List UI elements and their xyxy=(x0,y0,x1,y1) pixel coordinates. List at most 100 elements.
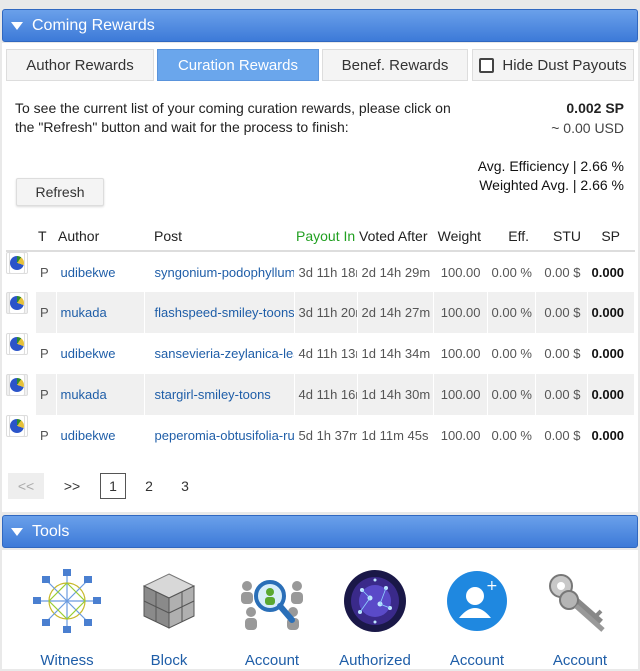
row-sp: 0.000 xyxy=(587,415,635,456)
svg-text:+: + xyxy=(486,578,498,594)
col-eff[interactable]: Eff. xyxy=(487,221,535,252)
pie-circle xyxy=(10,378,24,392)
row-payout-in: 4d 11h 16m xyxy=(294,374,358,415)
prev-page-button[interactable]: << xyxy=(8,473,44,499)
vote-pie-icon[interactable] xyxy=(6,415,28,437)
col-author[interactable]: Author xyxy=(56,221,144,252)
tool-label: Witness xyxy=(40,652,94,669)
page-2-button[interactable]: 2 xyxy=(136,473,162,499)
row-type: P xyxy=(36,333,57,374)
pie-chart-icon[interactable] xyxy=(9,253,25,273)
tool-label: Account xyxy=(552,652,608,669)
row-type: P xyxy=(36,251,57,292)
row-post-link[interactable]: peperomia-obtusifolia-rubber xyxy=(144,415,295,456)
row-weight: 100.00 xyxy=(433,292,488,333)
row-voted-after: 1d 11m 45s xyxy=(357,415,434,456)
refresh-button[interactable]: Refresh xyxy=(16,178,104,206)
row-voted-after: 1d 14h 34m xyxy=(357,333,434,374)
pie-circle xyxy=(10,337,24,351)
hide-dust-checkbox[interactable] xyxy=(479,57,495,73)
row-post-link[interactable]: sansevieria-zeylanica-leaf xyxy=(144,333,295,374)
tool-label: Account xyxy=(244,652,300,669)
row-author-link[interactable]: udibekwe xyxy=(56,333,145,374)
row-stu: 0.00 $ xyxy=(535,333,588,374)
total-sp: 0.002 SP xyxy=(566,100,624,116)
row-eff: 0.00 % xyxy=(487,251,536,292)
tools-header[interactable]: Tools xyxy=(2,515,638,548)
tab-author-rewards[interactable]: Author Rewards xyxy=(6,49,154,81)
pie-chart-icon[interactable] xyxy=(9,416,25,436)
col-payout-in[interactable]: Payout In xyxy=(294,221,357,252)
hide-dust-label: Hide Dust Payouts xyxy=(502,56,627,74)
col-weight[interactable]: Weight xyxy=(433,221,487,252)
row-weight: 100.00 xyxy=(433,251,488,292)
next-page-button[interactable]: >> xyxy=(54,473,90,499)
row-stu: 0.00 $ xyxy=(535,292,588,333)
row-author-link[interactable]: mukada xyxy=(56,374,145,415)
row-stu: 0.00 $ xyxy=(535,251,588,292)
row-type: P xyxy=(36,292,57,333)
col-post[interactable]: Post xyxy=(144,221,294,252)
vote-pie-icon[interactable] xyxy=(6,252,28,274)
collapse-triangle-icon xyxy=(11,21,23,30)
tool-witness[interactable]: Witness xyxy=(22,568,112,671)
row-type: P xyxy=(36,374,57,415)
tool-label: Account xyxy=(449,652,505,669)
coming-rewards-header[interactable]: Coming Rewards xyxy=(2,9,638,42)
pie-circle xyxy=(10,296,24,310)
tab-benef-rewards[interactable]: Benef. Rewards xyxy=(322,49,468,81)
reward-tabs: Author Rewards Curation Rewards Benef. R… xyxy=(6,49,634,81)
row-payout-in: 3d 11h 20m xyxy=(294,292,358,333)
table-row: Pmukadaflashspeed-smiley-toons3d 11h 20m… xyxy=(6,292,635,333)
page-1-button[interactable]: 1 xyxy=(100,473,126,499)
page-3-button[interactable]: 3 xyxy=(172,473,198,499)
row-post-link[interactable]: flashspeed-smiley-toons xyxy=(144,292,295,333)
row-voted-after: 2d 14h 27m xyxy=(357,292,434,333)
pie-circle xyxy=(10,419,24,433)
row-sp: 0.000 xyxy=(587,374,635,415)
tool-account-watch[interactable]: Account xyxy=(227,568,317,671)
pie-chart-icon[interactable] xyxy=(9,375,25,395)
row-author-link[interactable]: mukada xyxy=(56,292,145,333)
col-voted-after[interactable]: Voted After xyxy=(357,221,433,252)
tool-block[interactable]: Block xyxy=(124,568,214,671)
col-sp[interactable]: SP xyxy=(587,221,634,252)
table-row: Pmukadastargirl-smiley-toons4d 11h 16m1d… xyxy=(6,374,635,415)
panel-title: Coming Rewards xyxy=(32,16,155,34)
row-payout-in: 3d 11h 18m xyxy=(294,251,358,292)
tool-account-keys[interactable]: Account xyxy=(535,568,625,671)
row-stu: 0.00 $ xyxy=(535,374,588,415)
row-sp: 0.000 xyxy=(587,251,635,292)
row-voted-after: 1d 14h 30m xyxy=(357,374,434,415)
col-stu[interactable]: STU xyxy=(535,221,587,252)
row-eff: 0.00 % xyxy=(487,374,536,415)
row-author-link[interactable]: udibekwe xyxy=(56,415,145,456)
info-text: To see the current list of your coming c… xyxy=(15,100,451,135)
col-icon xyxy=(6,221,36,252)
table-row: Pudibekwe sansevieria-zeylanica-leaf 4d 11… xyxy=(6,333,635,374)
tool-authorized-apps[interactable]: Authorized xyxy=(330,568,420,671)
vote-pie-icon[interactable] xyxy=(6,292,28,314)
coming-rewards-panel: Author Rewards Curation Rewards Benef. R… xyxy=(2,43,638,512)
pie-chart-icon[interactable] xyxy=(9,334,25,354)
vote-pie-icon[interactable] xyxy=(6,374,28,396)
tool-label: Authorized xyxy=(339,652,411,669)
pie-chart-icon[interactable] xyxy=(9,293,25,313)
row-author-link[interactable]: udibekwe xyxy=(56,251,145,292)
row-payout-in: 4d 11h 13m xyxy=(294,333,358,374)
row-post-link[interactable]: syngonium-podophyllum xyxy=(144,251,295,292)
row-payout-in: 5d 1h 37m xyxy=(294,415,358,456)
hide-dust-toggle[interactable]: Hide Dust Payouts xyxy=(472,49,634,81)
tool-label: Block xyxy=(150,652,188,669)
panel-title: Tools xyxy=(32,522,70,540)
witness-network-icon xyxy=(33,569,101,633)
vote-pie-icon[interactable] xyxy=(6,333,28,355)
row-sp: 0.000 xyxy=(587,292,635,333)
row-post-link[interactable]: stargirl-smiley-toons xyxy=(144,374,295,415)
pagination: << >> 1 2 3 xyxy=(8,473,208,499)
col-type[interactable]: T xyxy=(36,221,56,252)
tab-curation-rewards[interactable]: Curation Rewards xyxy=(157,49,319,81)
block-cube-icon xyxy=(142,573,196,629)
total-usd: ~ 0.00 USD xyxy=(551,120,624,136)
tool-account-create[interactable]: + Account xyxy=(432,568,522,671)
